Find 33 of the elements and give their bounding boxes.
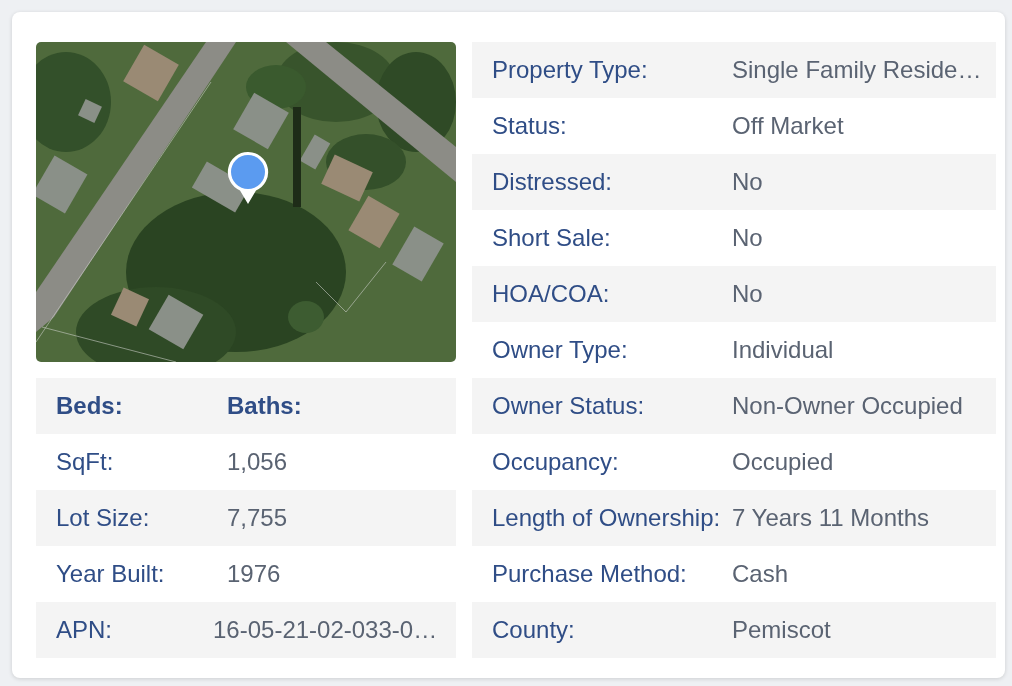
beds-label: Beds: <box>56 392 123 420</box>
field-value: 7,755 <box>227 504 288 532</box>
field-label: Year Built: <box>56 560 165 588</box>
field-value: 1976 <box>227 560 281 588</box>
field-label: APN: <box>56 616 112 644</box>
field-label: Status: <box>492 112 567 140</box>
field-value: Single Family Reside… <box>732 56 982 84</box>
field-label: County: <box>492 616 575 644</box>
field-label: Occupancy: <box>492 448 619 476</box>
field-value: Pemiscot <box>732 616 831 644</box>
field-label: Distressed: <box>492 168 613 196</box>
field-value: Off Market <box>732 112 844 140</box>
field-label: Lot Size: <box>56 504 150 532</box>
field-label: HOA/COA: <box>492 280 610 308</box>
field-value: 1,056 <box>227 448 288 476</box>
field-label: Property Type: <box>492 56 648 84</box>
field-value: 7 Years 11 Months <box>732 504 930 532</box>
field-label: Short Sale: <box>492 224 611 252</box>
field-label: Purchase Method: <box>492 560 687 588</box>
field-value: No <box>732 280 763 308</box>
field-value: Cash <box>732 560 789 588</box>
field-value: Non-Owner Occupied <box>732 392 963 420</box>
field-value: Individual <box>732 336 834 364</box>
field-label: Owner Status: <box>492 392 645 420</box>
field-value: Occupied <box>732 448 834 476</box>
map-pin-icon[interactable] <box>226 150 270 206</box>
field-value: No <box>732 168 763 196</box>
field-label: Owner Type: <box>492 336 628 364</box>
field-value: No <box>732 224 763 252</box>
field-value: 16-05-21-02-033-0… <box>213 616 438 644</box>
field-label: Length of Ownership: <box>492 504 721 532</box>
baths-label: Baths: <box>227 392 302 420</box>
field-label: SqFt: <box>56 448 114 476</box>
